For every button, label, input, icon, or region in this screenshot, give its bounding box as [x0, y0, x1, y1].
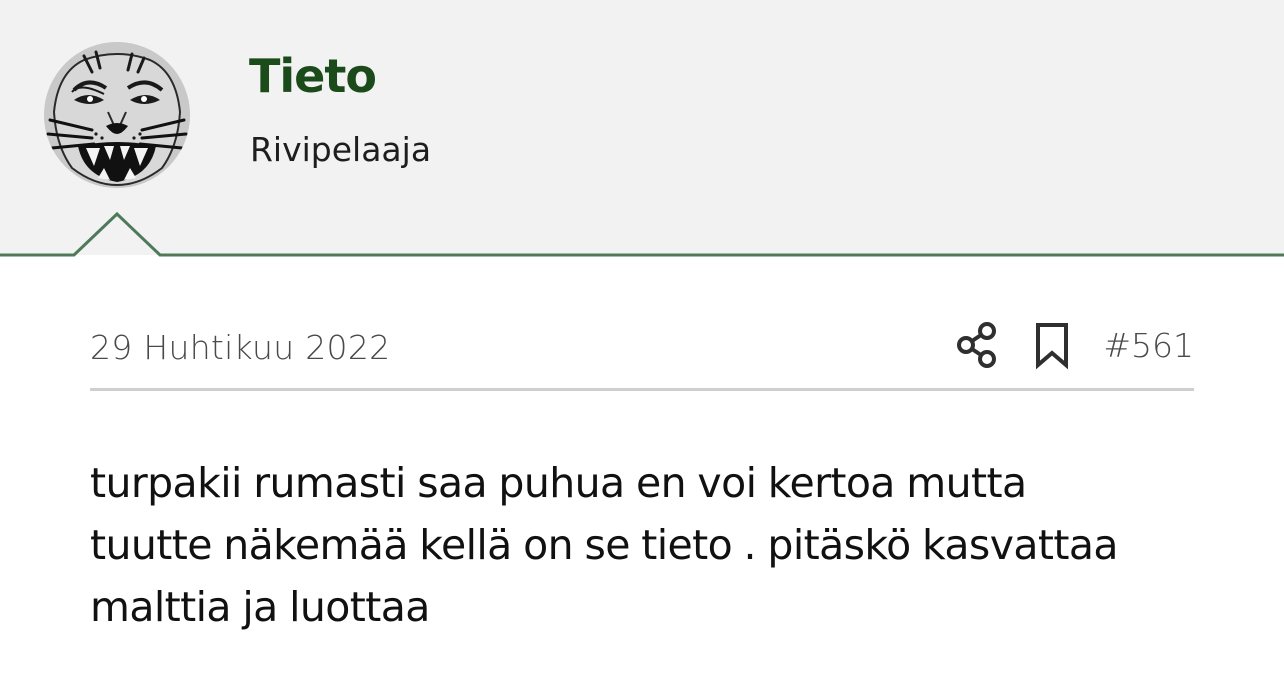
- share-button[interactable]: [954, 320, 1002, 370]
- post-content-line: malttia ja luottaa: [90, 583, 430, 631]
- header-border-with-pointer: [0, 211, 1284, 257]
- username-link[interactable]: Tieto: [249, 46, 377, 106]
- tiger-face-avatar-icon[interactable]: [44, 42, 190, 188]
- user-rank-title: Rivipelaaja: [250, 130, 432, 169]
- post-number-link[interactable]: #561: [1103, 324, 1194, 368]
- bookmark-button[interactable]: [1028, 320, 1076, 370]
- post-content: turpakii rumasti saa puhua en voi kertoa…: [90, 452, 1200, 638]
- post-date-link[interactable]: 29 Huhtikuu 2022: [90, 326, 390, 370]
- bookmark-icon: [1036, 323, 1068, 370]
- post-content-line: turpakii rumasti saa puhua en voi kertoa…: [90, 459, 1027, 507]
- forum-post: Tieto Rivipelaaja 29 Huhtikuu 2022 #561 …: [0, 0, 1284, 692]
- post-meta-bar: 29 Huhtikuu 2022 #561: [90, 320, 1194, 391]
- post-content-line: tuutte näkemää kellä on se tieto . pitäs…: [90, 521, 1118, 569]
- share-icon: [957, 322, 996, 368]
